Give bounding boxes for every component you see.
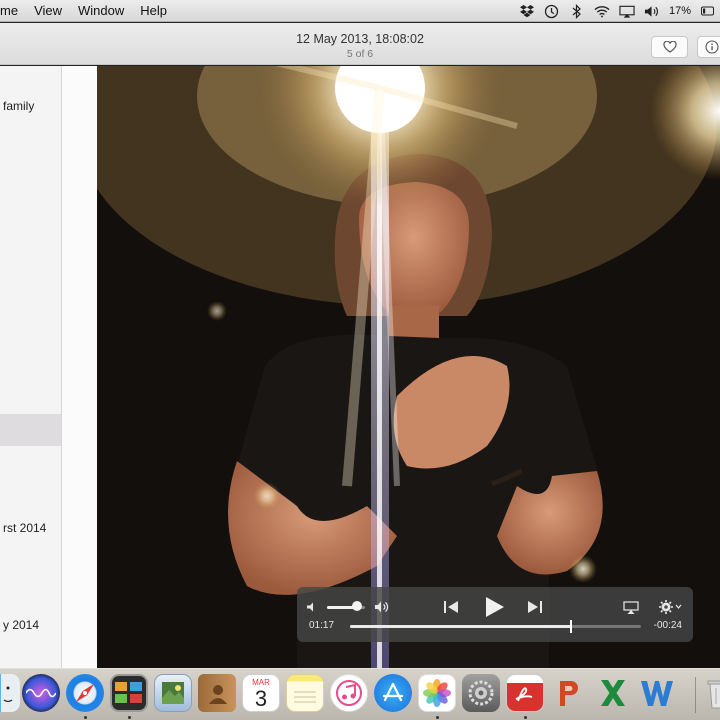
calendar-icon[interactable]: MAR 3 [242,674,280,712]
preview-icon[interactable] [154,674,192,712]
safari-running-indicator [84,716,87,719]
dropbox-icon[interactable] [519,3,535,19]
scrubber-played [350,625,572,628]
trash-icon[interactable] [702,674,720,712]
sidebar-item-rst-2014[interactable]: rst 2014 [3,521,46,535]
acrobat-running-indicator [524,716,527,719]
bluetooth-icon[interactable] [569,3,585,19]
video-frame[interactable] [97,66,720,668]
dock-separator [695,677,696,713]
play-icon[interactable] [483,595,507,619]
menu-bar: me View Window Help 17% [0,0,720,22]
photo-booth-running-indicator [128,716,131,719]
settings-gear-icon[interactable] [658,598,684,616]
finder-icon[interactable] [0,674,20,712]
info-button[interactable] [697,36,720,58]
max-volume-icon[interactable] [374,599,394,615]
airplay-icon[interactable] [619,3,635,19]
calendar-day: 3 [254,685,268,711]
photo-count: 5 of 6 [346,48,374,60]
system-preferences-icon[interactable] [462,674,500,712]
powerpoint-icon[interactable] [550,674,588,712]
remaining-time: -00:24 [653,620,682,631]
volume-icon[interactable] [644,3,660,19]
menu-item-view[interactable]: View [26,0,70,22]
wifi-icon[interactable] [594,3,610,19]
menu-item-help[interactable]: Help [132,0,175,22]
elapsed-time: 01:17 [309,620,335,631]
safari-icon[interactable] [66,674,104,712]
siri-icon[interactable] [22,674,60,712]
battery-icon[interactable] [700,3,716,19]
viewer-gutter [62,66,98,668]
app-store-icon[interactable] [374,674,412,712]
word-icon[interactable] [638,674,676,712]
sidebar-item-y-2014[interactable]: y 2014 [3,618,39,632]
fast-forward-icon[interactable] [525,598,543,616]
photos-icon[interactable] [418,674,456,712]
menu-item-window[interactable]: Window [70,0,132,22]
scrubber[interactable] [350,620,641,633]
time-machine-icon[interactable] [544,3,560,19]
video-image [97,66,720,668]
sidebar-selected-row[interactable] [0,414,61,446]
sidebar-item-family[interactable]: family [3,99,34,113]
mute-icon[interactable] [306,600,320,614]
airplay-icon[interactable] [622,599,640,615]
excel-icon[interactable] [594,674,632,712]
photo-booth-icon[interactable] [110,674,148,712]
volume-knob[interactable] [352,601,363,611]
notes-icon[interactable] [286,674,324,712]
battery-percentage: 17% [668,5,691,17]
video-controls: 01:17 -00:24 [297,587,693,642]
favorite-button[interactable] [651,36,688,58]
contacts-icon[interactable] [198,674,236,712]
rewind-icon[interactable] [443,598,461,616]
window-titlebar: 12 May 2013, 18:08:02 5 of 6 [0,23,720,65]
photo-date: 12 May 2013, 18:08:02 [296,32,424,46]
photos-running-indicator [436,716,439,719]
info-icon [705,40,719,54]
dock: MAR 3 [0,668,720,720]
itunes-icon[interactable] [330,674,368,712]
acrobat-icon[interactable] [506,674,544,712]
heart-icon [662,41,677,53]
scrubber-playhead[interactable] [570,620,573,633]
status-area: 17% [519,0,720,22]
sidebar: family rst 2014 y 2014 [0,66,62,668]
menu-item-partial[interactable]: me [0,0,26,22]
